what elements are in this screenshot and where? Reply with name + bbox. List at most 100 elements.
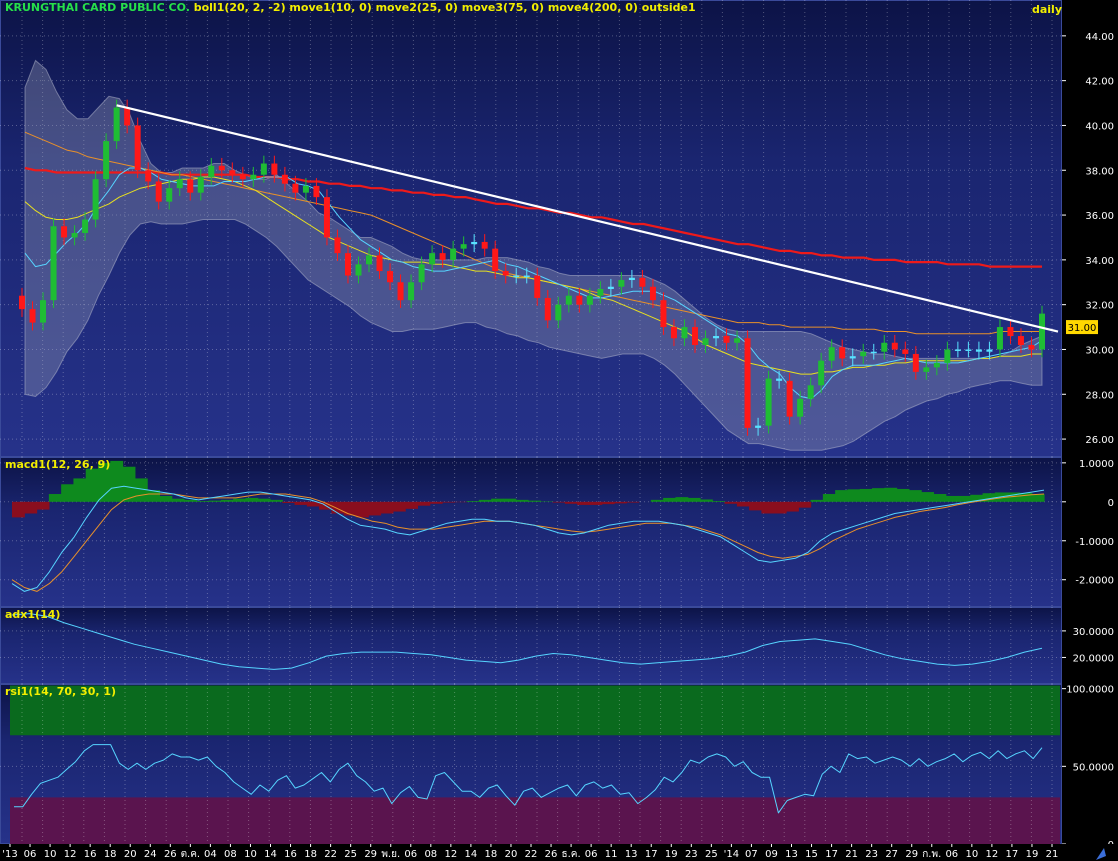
adx-panel: 30.0000 20.0000 adx1(14) xyxy=(0,607,1118,684)
macd-histogram-bar xyxy=(835,490,849,502)
adx-axis-tick-label: 30.0000 xyxy=(1073,627,1114,638)
adx-axis-tick-label: 20.0000 xyxy=(1073,653,1114,664)
candle-body xyxy=(334,237,341,254)
macd-histogram-bar xyxy=(12,501,25,518)
candle-body xyxy=(702,338,709,345)
candle-body xyxy=(29,309,36,323)
date-tick-label: 22 xyxy=(324,849,337,860)
company-name: KRUNGTHAI CARD PUBLIC CO. xyxy=(5,1,190,14)
macd-histogram-bar xyxy=(184,499,197,502)
date-tick-label: ธ.ค. xyxy=(561,849,580,860)
period-label[interactable]: daily xyxy=(1032,3,1062,16)
macd-histogram-bar xyxy=(528,500,541,502)
candle-body xyxy=(818,360,825,386)
date-tick-label: 20 xyxy=(505,849,518,860)
candle-body xyxy=(734,338,741,343)
date-tick-label: 19 xyxy=(665,849,678,860)
date-tick-label: ต.ค. xyxy=(181,849,201,860)
candle-body xyxy=(986,349,993,352)
price-axis-tick-label: 30.00 xyxy=(1085,345,1114,356)
date-tick-label: 11 xyxy=(605,849,618,860)
macd-histogram-bar xyxy=(1031,494,1045,502)
macd-histogram-bar xyxy=(356,501,369,518)
candle-body xyxy=(250,174,257,180)
macd-histogram-bar xyxy=(429,501,443,504)
candle-body xyxy=(166,188,173,202)
date-tick-label: 12 xyxy=(444,849,457,860)
macd-histogram-bar xyxy=(380,501,394,514)
macd-histogram-bar xyxy=(724,501,738,504)
candle-body xyxy=(471,241,478,245)
candle-body xyxy=(418,264,425,283)
candle-body xyxy=(260,163,267,175)
candle-body xyxy=(229,170,236,175)
macd-histogram-bar xyxy=(872,488,885,502)
candle-body xyxy=(534,275,541,298)
candle-body xyxy=(450,248,457,260)
macd-histogram-bar xyxy=(663,497,677,502)
date-tick-label: 17 xyxy=(645,849,658,860)
macd-histogram-bar xyxy=(577,501,591,505)
candle-body xyxy=(902,349,909,354)
candle-body xyxy=(797,398,804,417)
price-axis-tick-label: 36.00 xyxy=(1085,211,1114,222)
macd-histogram-bar xyxy=(945,495,959,502)
macd-histogram-bar xyxy=(405,501,419,509)
candle-body xyxy=(870,351,877,354)
price-axis-tick-label: 38.00 xyxy=(1085,166,1114,177)
macd-histogram-bar xyxy=(700,499,713,502)
macd-axis-tick-label: -2.0000 xyxy=(1075,576,1114,587)
candle-body xyxy=(313,185,320,198)
candle-body xyxy=(492,248,499,272)
price-axis-tick-label: 34.00 xyxy=(1085,256,1114,267)
price-panel: 44.00 42.00 40.00 38.00 36.00 34.00 32.00 30.00… xyxy=(0,0,1118,457)
macd-histogram-bar xyxy=(282,501,296,503)
rsi-axis-tick-label: 100.0000 xyxy=(1066,685,1114,696)
candle-body xyxy=(113,107,120,142)
candle-body xyxy=(366,255,373,265)
macd-histogram-bar xyxy=(958,495,971,502)
candle-body xyxy=(565,295,572,305)
date-tick-label: 18 xyxy=(485,849,498,860)
date-tick-label: 06 xyxy=(24,849,37,860)
macd-histogram-bar xyxy=(749,501,763,511)
candle-body xyxy=(292,183,299,193)
candle-body xyxy=(1039,313,1045,350)
candle-body xyxy=(786,380,793,417)
macd-histogram-bar xyxy=(110,460,124,502)
candle-body xyxy=(923,367,930,372)
indicator-list: boll1(20, 2, -2) move1(10, 0) move2(25, … xyxy=(193,1,696,14)
axis-background xyxy=(1062,607,1118,684)
last-price-label: 31.00 xyxy=(1068,323,1097,334)
candle-body xyxy=(271,163,278,175)
price-axis-tick-label: 32.00 xyxy=(1085,301,1114,312)
candle-body xyxy=(1028,344,1035,350)
candle-body xyxy=(965,349,972,351)
macd-histogram-bar xyxy=(491,498,505,502)
price-panel-title: KRUNGTHAI CARD PUBLIC CO. boll1(20, 2, -… xyxy=(5,1,696,14)
macd-histogram-bar xyxy=(171,498,185,502)
candle-body xyxy=(71,232,78,238)
candle-body xyxy=(50,226,57,301)
candle-body xyxy=(197,176,204,193)
candle-body xyxy=(660,300,667,328)
candle-body xyxy=(933,362,940,368)
candle-body xyxy=(397,282,404,301)
candle-body xyxy=(344,253,351,276)
macd-histogram-bar xyxy=(24,501,38,514)
macd-histogram-bar xyxy=(736,501,750,507)
candle-body xyxy=(681,327,688,339)
macd-histogram-bar xyxy=(503,498,517,502)
macd-histogram-bar xyxy=(687,497,701,502)
macd-histogram-bar xyxy=(36,501,50,510)
macd-histogram-bar xyxy=(675,497,689,502)
candle-body xyxy=(376,255,383,272)
candle-body xyxy=(1017,336,1024,345)
date-tick-label: 25 xyxy=(344,849,357,860)
candle-body xyxy=(944,349,951,363)
candle-body xyxy=(19,295,25,310)
rsi-oversold-zone xyxy=(10,797,1060,844)
macd-histogram-bar xyxy=(61,484,75,502)
rsi-axis-tick-label: 50.0000 xyxy=(1073,762,1114,773)
macd-histogram-bar xyxy=(933,494,947,502)
